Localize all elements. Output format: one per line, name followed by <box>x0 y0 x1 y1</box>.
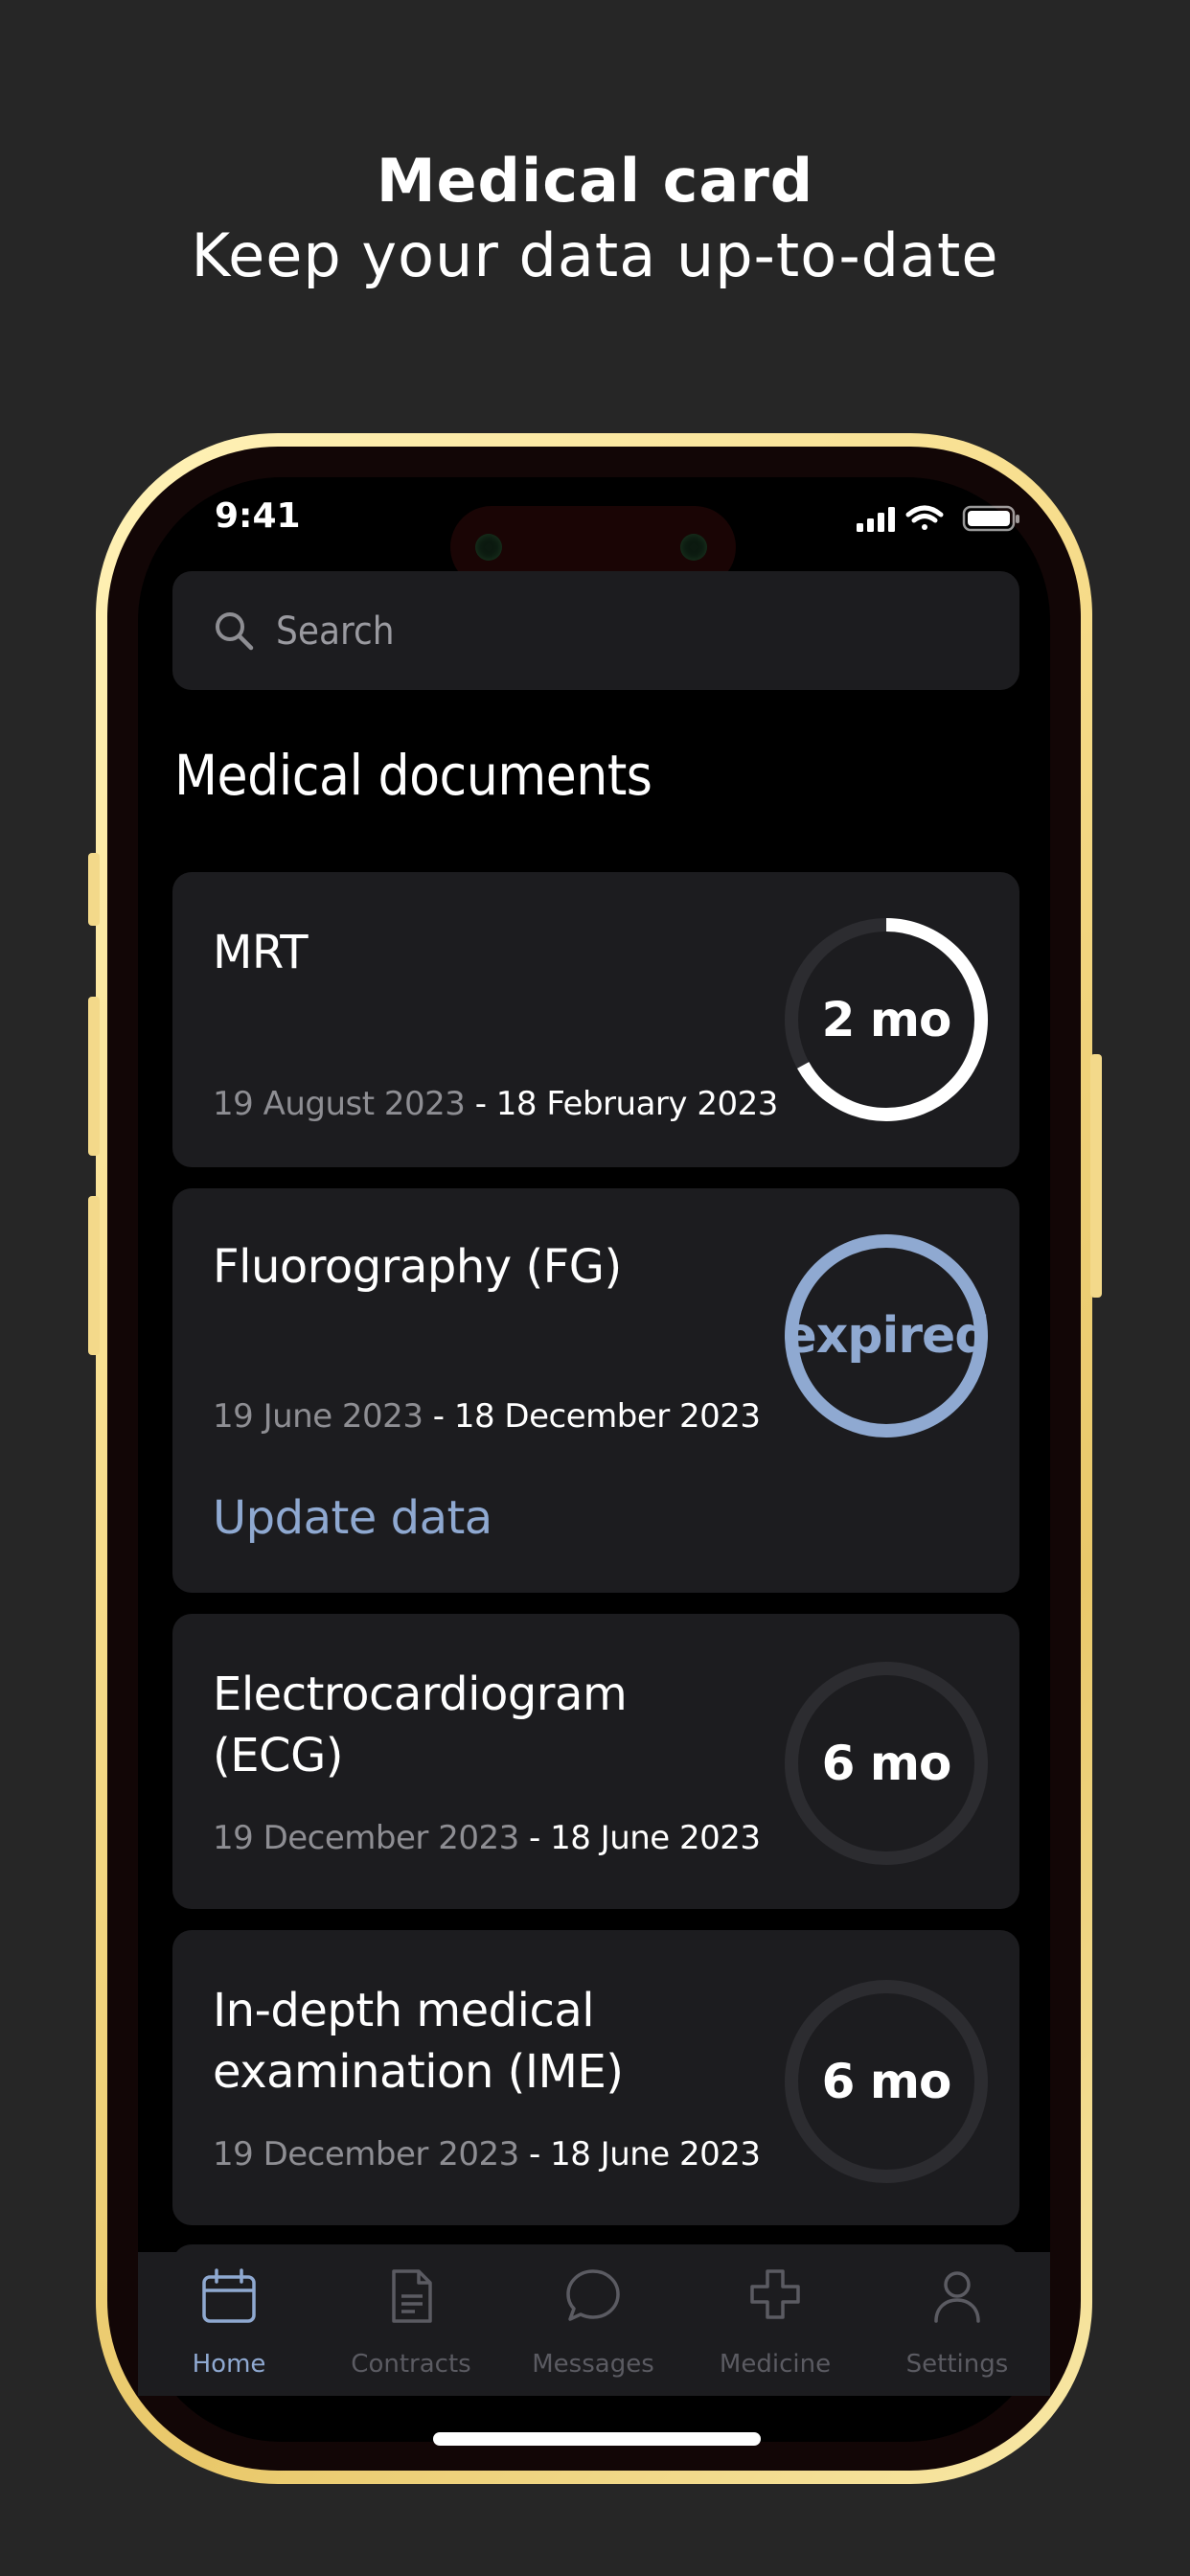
date-separator: - <box>465 1085 496 1123</box>
date-end: 18 June 2023 <box>550 1819 761 1857</box>
document-card-ime[interactable]: In-depth medical examination (IME) 19 De… <box>172 1930 1019 2225</box>
date-separator: - <box>518 1819 551 1857</box>
volume-up-button <box>88 997 100 1156</box>
update-data-link[interactable]: Update data <box>213 1491 492 1545</box>
date-end: 18 December 2023 <box>453 1397 761 1436</box>
chat-bubble-icon <box>566 2269 620 2321</box>
tab-messages[interactable]: Messages <box>502 2252 684 2396</box>
tab-medicine[interactable]: Medicine <box>684 2252 866 2396</box>
document-title: Fluorography (FG) <box>213 1240 622 1294</box>
tab-label: Home <box>192 2350 266 2379</box>
document-title: MRT <box>213 926 309 979</box>
date-start: 19 June 2023 <box>213 1397 423 1436</box>
document-title: Electrocardiogram (ECG) <box>213 1668 628 1782</box>
expired-ring: expired <box>783 1233 991 1438</box>
validity-ring: 6 mo <box>784 1661 989 1866</box>
tab-home[interactable]: Home <box>138 2252 320 2396</box>
date-separator: - <box>423 1397 454 1436</box>
document-dates: 19 December 2023 - 18 June 2023 <box>213 2135 761 2174</box>
tab-settings[interactable]: Settings <box>866 2252 1048 2396</box>
document-icon <box>392 2269 432 2323</box>
headline-title: Medical card <box>376 146 814 216</box>
date-start: 19 December 2023 <box>213 1819 519 1857</box>
battery-icon <box>962 505 1019 532</box>
search-icon <box>216 612 254 651</box>
document-card-mrt[interactable]: MRT 19 August 2023 - 18 February 2023 2 … <box>172 872 1019 1167</box>
headline-subtitle: Keep your data up-to-date <box>191 220 999 290</box>
document-title: In-depth medical examination (IME) <box>213 1984 624 2099</box>
document-dates: 19 August 2023 - 18 February 2023 <box>213 1085 778 1123</box>
validity-ring: 2 mo <box>784 917 989 1122</box>
date-end: 18 June 2023 <box>550 2135 761 2174</box>
search-bar[interactable] <box>172 571 1019 690</box>
validity-ring: 6 mo <box>784 1979 989 2184</box>
person-icon <box>934 2271 980 2323</box>
validity-badge: 2 mo <box>821 992 952 1047</box>
document-card-fluorography[interactable]: Fluorography (FG) 19 June 2023 - 18 Dece… <box>172 1188 1019 1593</box>
home-indicator[interactable] <box>433 2432 761 2446</box>
medical-cross-icon <box>750 2269 800 2319</box>
status-icons <box>857 504 1021 533</box>
date-separator: - <box>518 2135 551 2174</box>
document-card-ecg[interactable]: Electrocardiogram (ECG) 19 December 2023… <box>172 1614 1019 1909</box>
tab-contracts[interactable]: Contracts <box>320 2252 502 2396</box>
date-start: 19 December 2023 <box>213 2135 519 2174</box>
tab-label: Settings <box>905 2350 1009 2379</box>
marketing-headline: Medical card Keep your data up-to-date <box>0 144 1190 293</box>
search-input[interactable] <box>274 600 949 663</box>
expired-badge: expired <box>783 1307 991 1365</box>
power-button <box>1090 1054 1102 1298</box>
cellular-signal-icon <box>857 507 895 532</box>
tab-bar: Home Contracts Messages Medicine Setting… <box>138 2252 1050 2396</box>
validity-badge: 6 mo <box>821 2054 952 2109</box>
sensor-icon <box>475 534 502 561</box>
document-dates: 19 June 2023 - 18 December 2023 <box>213 1397 761 1436</box>
status-time: 9:41 <box>215 496 301 536</box>
section-title: Medical documents <box>174 743 652 808</box>
date-start: 19 August 2023 <box>213 1085 466 1123</box>
tab-label: Contracts <box>351 2350 471 2379</box>
calendar-icon <box>202 2268 256 2323</box>
action-button <box>88 853 100 926</box>
camera-lens-icon <box>680 534 707 561</box>
wifi-icon <box>905 505 944 530</box>
tab-label: Medicine <box>719 2350 832 2379</box>
date-end: 18 February 2023 <box>495 1085 779 1123</box>
document-dates: 19 December 2023 - 18 June 2023 <box>213 1819 761 1857</box>
validity-badge: 6 mo <box>821 1736 952 1791</box>
volume-down-button <box>88 1196 100 1355</box>
tab-label: Messages <box>532 2350 654 2379</box>
